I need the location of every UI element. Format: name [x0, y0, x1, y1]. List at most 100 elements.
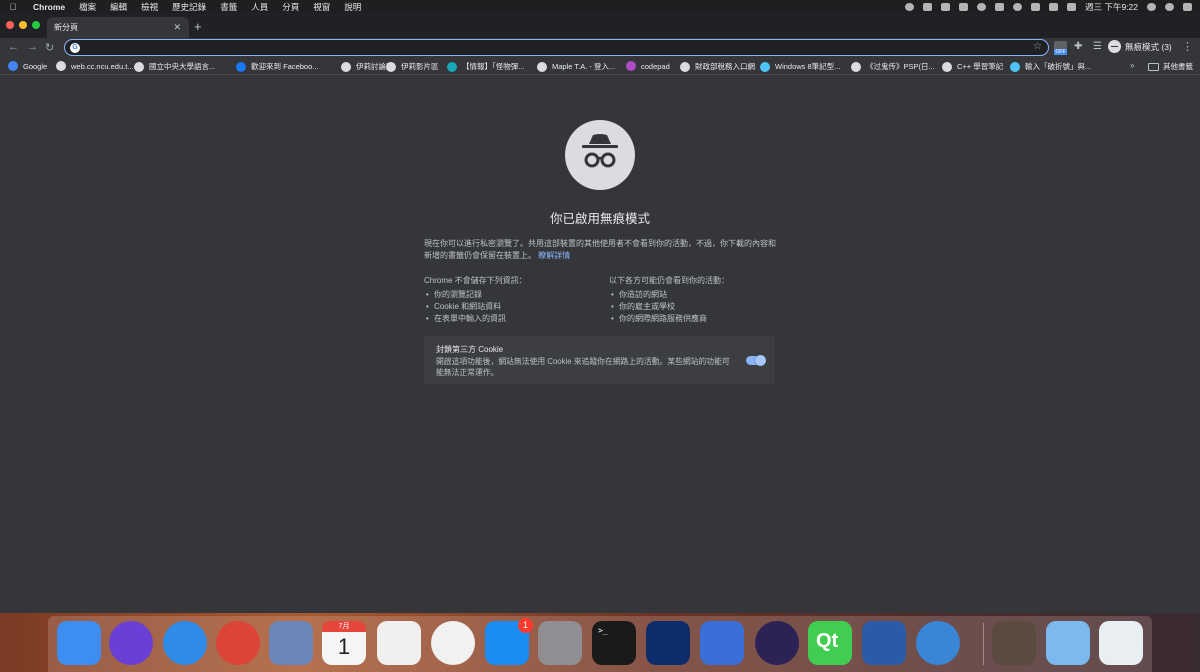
volume-icon[interactable] [1031, 2, 1041, 11]
virtualbox-icon[interactable] [862, 621, 906, 665]
trash-icon[interactable] [1099, 621, 1143, 665]
dropbox-icon[interactable] [646, 621, 690, 665]
google-drive-icon[interactable] [700, 621, 744, 665]
menu-tab[interactable]: 分頁 [275, 1, 306, 13]
facebook-icon [236, 61, 246, 72]
chrome-icon[interactable] [216, 621, 260, 665]
menu-help[interactable]: 說明 [337, 1, 368, 13]
address-bar[interactable]: G ☆ [64, 39, 1049, 56]
forward-arrow-icon[interactable]: → [27, 41, 38, 53]
documents-folder-icon[interactable] [1046, 621, 1090, 665]
reading-list-icon[interactable]: ☰ [1093, 41, 1102, 52]
more-menu-icon[interactable]: ⋮ [1182, 40, 1193, 53]
terminal-icon[interactable]: >_ [592, 621, 636, 665]
bookmark-label: 輸入「破折號」與... [1025, 62, 1092, 71]
photos-icon[interactable] [377, 621, 421, 665]
quicktime-icon[interactable] [916, 621, 960, 665]
finder-icon[interactable] [57, 621, 101, 665]
bookmark-label: web.cc.ncu.edu.t... [71, 61, 134, 71]
qt-creator-icon[interactable]: Qt [808, 621, 852, 665]
eclipse-icon[interactable] [755, 621, 799, 665]
star-favicon [760, 61, 770, 72]
list-item: Cookie 和網站資料 [424, 301, 604, 313]
bookmarks-bar: » 其他書籤 Google web.cc.ncu.edu.t... 國立中央大學語言… [0, 58, 1200, 75]
notification-center-icon[interactable] [1183, 2, 1192, 11]
incognito-intro: 現在你可以進行私密瀏覽了。共用這部裝置的其他使用者不會看到你的活動，不過，你下載… [424, 238, 776, 262]
menu-window[interactable]: 視窗 [306, 1, 337, 13]
calendar-icon[interactable]: 7月 1 [322, 621, 366, 665]
menu-people[interactable]: 人員 [244, 1, 275, 13]
codepad-icon [626, 61, 636, 71]
system-preferences-icon[interactable] [538, 621, 582, 665]
reload-icon[interactable]: ↻ [45, 41, 54, 54]
list-item: 你的瀏覽記錄 [424, 289, 604, 301]
time-machine-icon[interactable] [977, 2, 987, 11]
menu-chrome[interactable]: Chrome [26, 2, 72, 12]
bookmark-item[interactable]: Google [8, 61, 47, 71]
learn-more-link[interactable]: 瞭解詳情 [538, 251, 570, 260]
third-party-cookie-card: 封鎖第三方 Cookie 開啟這項功能後，網站無法使用 Cookie 來追蹤你在… [424, 336, 775, 384]
list-item: 在表單中輸入的資訊 [424, 313, 604, 325]
bookmark-item[interactable]: Maple T.A. - 登入... [537, 61, 615, 72]
desktop-folder-icon[interactable] [992, 621, 1036, 665]
battery-icon[interactable] [1049, 2, 1059, 11]
visible-to-heading: 以下各方可能仍會看到你的活動： [609, 276, 729, 285]
calendar-day: 1 [337, 634, 351, 659]
menu-bookmarks[interactable]: 書籤 [213, 1, 244, 13]
docker-icon[interactable] [959, 2, 969, 11]
wifi-icon[interactable] [1013, 2, 1023, 11]
list-item: 你造訪的網站 [609, 289, 779, 301]
bookmark-item[interactable]: 國立中央大學語言... [134, 61, 215, 72]
extension-off-icon[interactable]: OFF [1054, 41, 1067, 55]
bookmark-item[interactable]: Windows 8筆記型... [760, 61, 840, 72]
mac-menu-bar:  Chrome 檔案 編輯 檢視 歷史記錄 書籤 人員 分頁 視窗 說明 週三… [0, 0, 1200, 13]
tab-strip: 新分頁 ✕ + [0, 13, 1200, 38]
menu-clock[interactable]: 週三 下午9:22 [1085, 1, 1138, 13]
extensions-puzzle-icon[interactable]: ✚ [1074, 41, 1082, 52]
bookmark-star-icon[interactable]: ☆ [1033, 41, 1042, 52]
zoom-window-button[interactable] [32, 21, 40, 29]
close-window-button[interactable] [6, 21, 14, 29]
globe-icon [341, 61, 351, 72]
bookmark-item[interactable]: 【情報】「怪物彈... [447, 61, 525, 72]
tab-new-tab[interactable]: 新分頁 ✕ [47, 17, 189, 38]
block-cookies-toggle[interactable] [746, 355, 766, 366]
apple-menu-icon[interactable]:  [0, 2, 26, 12]
bookmark-label: 伊莉影片區 [401, 62, 439, 71]
close-icon[interactable]: ✕ [173, 22, 181, 33]
bookmarks-overflow-chevron-icon[interactable]: » [1130, 61, 1134, 70]
bookmark-label: Windows 8筆記型... [775, 62, 841, 71]
incognito-profile-button[interactable]: 無痕模式 (3) [1108, 40, 1172, 53]
keyboard-layout-icon[interactable] [1067, 2, 1077, 11]
new-tab-button[interactable]: + [194, 19, 202, 34]
bookmark-item[interactable]: codepad [626, 61, 670, 71]
minimize-window-button[interactable] [19, 21, 27, 29]
siri-icon[interactable] [109, 621, 153, 665]
record-icon[interactable] [905, 2, 915, 11]
bookmark-item[interactable]: 財政部稅務入口網 [680, 61, 755, 72]
input-source-icon[interactable] [941, 2, 951, 11]
address-input[interactable] [85, 41, 985, 54]
incognito-title: 你已啟用無痕模式 [549, 212, 650, 226]
preview-icon[interactable] [269, 621, 313, 665]
menu-edit[interactable]: 編輯 [103, 1, 134, 13]
other-bookmarks-folder[interactable]: 其他書籤 [1148, 61, 1193, 72]
menu-history[interactable]: 歷史記錄 [165, 1, 213, 13]
user-avatar-icon[interactable] [1165, 2, 1174, 11]
bookmark-item[interactable]: 輸入「破折號」與... [1010, 61, 1091, 72]
bookmark-item[interactable]: web.cc.ncu.edu.t... [56, 61, 134, 71]
bluetooth-icon[interactable] [995, 2, 1005, 11]
keyboard-icon[interactable] [923, 2, 933, 11]
bookmark-item[interactable]: 《过鬼传》PSP(日... [851, 61, 935, 72]
bookmark-item[interactable]: 伊莉影片區 [386, 61, 439, 72]
menu-view[interactable]: 檢視 [134, 1, 165, 13]
bookmark-item[interactable]: C++ 學習筆記 [942, 61, 1003, 72]
back-arrow-icon[interactable]: ← [8, 41, 19, 53]
search-icon[interactable] [1147, 2, 1156, 11]
itunes-icon[interactable] [431, 621, 475, 665]
bookmark-item[interactable]: 歡迎來到 Faceboo... [236, 61, 319, 72]
menu-file[interactable]: 檔案 [72, 1, 103, 13]
safari-icon[interactable] [163, 621, 207, 665]
other-bookmarks-label: 其他書籤 [1163, 62, 1193, 71]
cookie-card-description: 開啟這項功能後，網站無法使用 Cookie 來追蹤你在網路上的活動。某些網站的功… [436, 357, 730, 377]
